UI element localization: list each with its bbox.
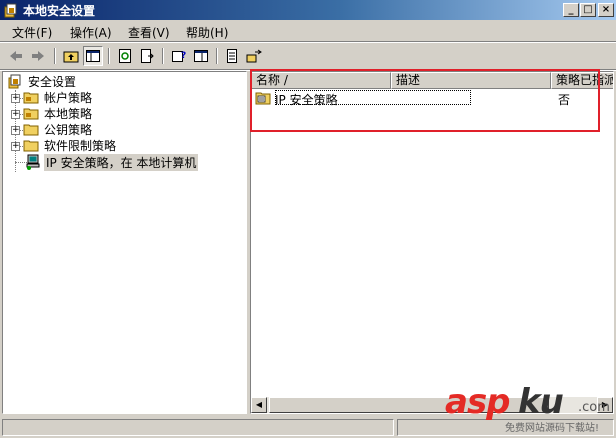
tree-item-account-policy[interactable]: 帐户策略 — [23, 89, 94, 105]
back-arrow-icon — [10, 51, 22, 61]
security-settings-icon — [8, 74, 21, 89]
tree-item-local-policy[interactable]: 本地策略 — [23, 105, 94, 121]
folder-icon — [23, 124, 39, 136]
watermark-logo: asp ku .com 免费网站源码下载站! — [445, 382, 615, 436]
menu-file[interactable]: 文件(F) — [12, 24, 52, 41]
tree-item-label: 公钥策略 — [44, 122, 93, 137]
tree-expander[interactable]: + — [11, 142, 20, 151]
properties-help-icon: ? — [172, 51, 186, 62]
refresh-button[interactable] — [115, 46, 135, 66]
tree-item-label: 软件限制策略 — [44, 138, 117, 153]
export-list-button[interactable] — [137, 46, 157, 66]
minimize-icon: _ — [568, 4, 574, 15]
toolbar-separator — [216, 48, 218, 64]
status-panel — [2, 419, 394, 436]
tree-item-software-restriction-policy[interactable]: 软件限制策略 — [23, 137, 118, 153]
toolbar-separator — [108, 48, 110, 64]
new-policy-icon — [227, 49, 237, 63]
console-tree-icon — [194, 50, 208, 62]
minimize-button[interactable]: _ — [563, 3, 579, 17]
tree-item-public-key-policy[interactable]: 公钥策略 — [23, 121, 94, 137]
tree-item-label: 帐户策略 — [44, 90, 93, 105]
tree-item-security-settings[interactable]: 安全设置 — [7, 73, 78, 89]
close-icon: × — [601, 4, 611, 15]
tree-item-label: 安全设置 — [28, 74, 77, 89]
tree-expander[interactable]: + — [11, 94, 20, 103]
menu-bar: 文件(F) 操作(A) 查看(V) 帮助(H) — [0, 21, 616, 41]
back-button[interactable] — [6, 46, 26, 66]
maximize-icon: □ — [583, 4, 593, 15]
folder-icon — [23, 140, 39, 152]
watermark-tagline: 免费网站源码下载站! — [505, 423, 600, 434]
caret-left-icon: ◀ — [255, 400, 263, 409]
computer-network-icon — [26, 154, 40, 170]
forward-button[interactable] — [28, 46, 48, 66]
properties-help-button[interactable]: ? — [169, 46, 189, 66]
scroll-left-button[interactable]: ◀ — [251, 397, 267, 413]
tree-expander[interactable]: + — [11, 110, 20, 119]
toolbar-separator — [54, 48, 56, 64]
highlight-annotation — [250, 69, 600, 132]
maximize-button[interactable]: □ — [580, 3, 596, 17]
watermark-brand: asp — [445, 382, 511, 422]
menu-view[interactable]: 查看(V) — [128, 24, 170, 41]
folder-lock-icon — [23, 108, 39, 120]
close-button[interactable]: × — [598, 3, 614, 17]
refresh-icon — [119, 49, 131, 63]
toolbar-separator — [162, 48, 164, 64]
show-hide-tree-button[interactable] — [83, 46, 103, 66]
assign-icon — [246, 49, 262, 63]
watermark-domain: .com — [578, 400, 610, 415]
menu-help[interactable]: 帮助(H) — [186, 24, 228, 41]
console-tree[interactable]: 安全设置 + 帐户策略 + 本地策略 + 公钥策略 + 软件限制策略 IP 安全… — [2, 71, 247, 414]
security-settings-icon — [4, 3, 17, 18]
tree-expander[interactable]: + — [11, 126, 20, 135]
forward-arrow-icon — [32, 51, 44, 61]
toolbar: ? — [0, 43, 616, 69]
export-list-icon — [141, 49, 154, 63]
svg-text:?: ? — [181, 51, 186, 61]
tree-item-label: 本地策略 — [44, 106, 93, 121]
up-folder-icon — [63, 51, 79, 63]
window-title: 本地安全设置 — [23, 4, 96, 18]
console-tree-button[interactable] — [191, 46, 211, 66]
menu-action[interactable]: 操作(A) — [70, 24, 112, 41]
tree-item-label: IP 安全策略，在 本地计算机 — [44, 153, 199, 171]
show-hide-tree-icon — [86, 50, 100, 62]
folder-lock-icon — [23, 92, 39, 104]
new-policy-button[interactable] — [222, 46, 242, 66]
title-bar: 本地安全设置 _ □ × — [0, 0, 616, 20]
watermark-brand: ku — [518, 382, 564, 422]
tree-item-ip-security-policy[interactable]: IP 安全策略，在 本地计算机 — [25, 153, 199, 171]
assign-button[interactable] — [244, 46, 264, 66]
up-level-button[interactable] — [61, 46, 81, 66]
